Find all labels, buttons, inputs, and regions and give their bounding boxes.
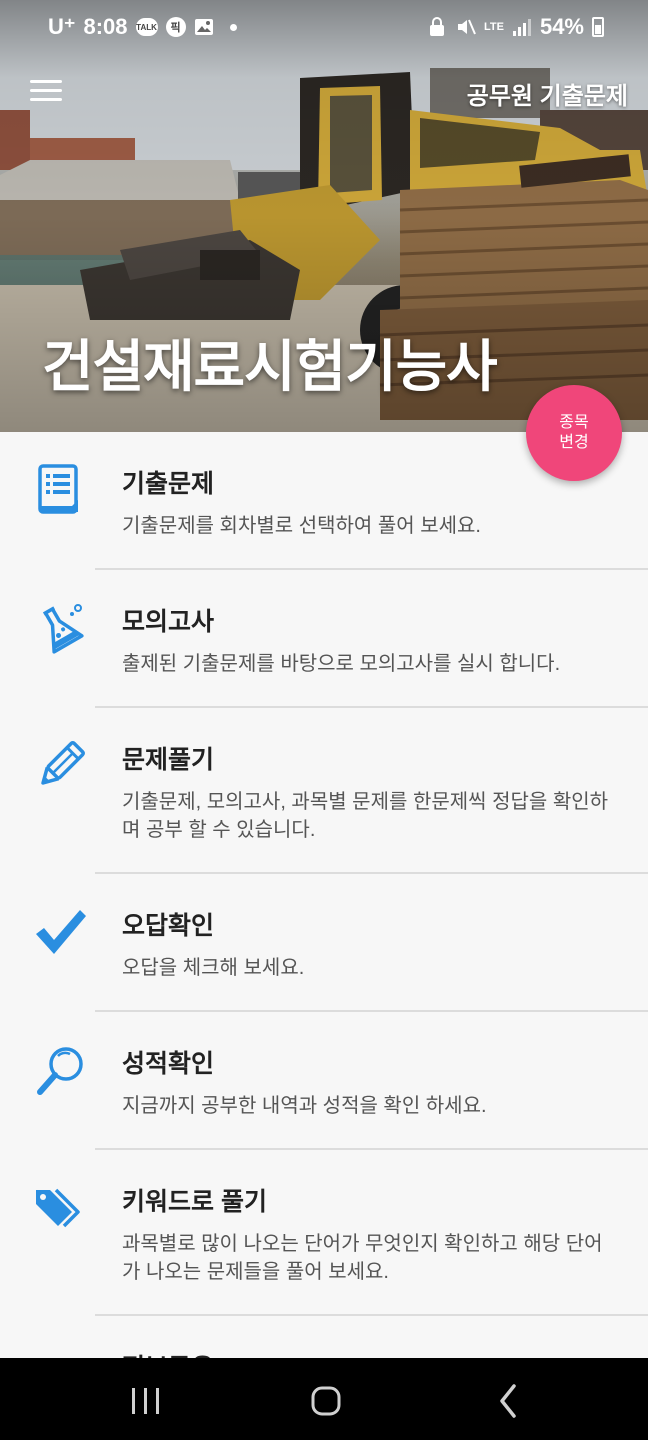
hamburger-menu-button[interactable] bbox=[30, 76, 64, 106]
change-subject-label-line2: 변경 bbox=[559, 434, 589, 451]
magnifier-icon bbox=[37, 1047, 83, 1095]
change-subject-label-line1: 종목 bbox=[559, 414, 589, 431]
back-icon bbox=[500, 1384, 516, 1418]
recent-apps-icon bbox=[132, 1388, 159, 1414]
menu-item-desc: 과목별로 많이 나오는 단어가 무엇인지 확인하고 해당 단어가 나오는 문제들… bbox=[122, 1233, 603, 1283]
signal-icon bbox=[512, 17, 532, 37]
menu-item-desc: 지금까지 공부한 내역과 성적을 확인 하세요. bbox=[122, 1095, 487, 1117]
home-button[interactable] bbox=[266, 1358, 386, 1440]
menu-item-title: 모의고사 bbox=[122, 608, 215, 636]
menu-item-desc: 기출문제, 모의고사, 과목별 문제를 한문제씩 정답을 확인하며 공부 할 수… bbox=[122, 791, 609, 841]
app-title[interactable]: 공무원 기출문제 bbox=[467, 76, 628, 111]
image-icon bbox=[194, 17, 214, 37]
document-icon bbox=[38, 464, 78, 514]
menu-item-mock-exam[interactable]: 모의고사 출제된 기출문제를 바탕으로 모의고사를 실시 합니다. bbox=[0, 570, 648, 708]
pencil-icon bbox=[41, 741, 85, 785]
hamburger-line bbox=[30, 98, 62, 101]
menu-item-desc: 오답을 체크해 보세요. bbox=[122, 957, 305, 979]
status-bar-left: U⁺ 8:08 TALK 픽 bbox=[48, 14, 237, 40]
flask-icon bbox=[42, 604, 84, 654]
change-subject-button[interactable]: 종목 변경 bbox=[526, 385, 622, 481]
menu-item-title: 키워드로 풀기 bbox=[122, 1188, 267, 1216]
lock-icon bbox=[428, 17, 448, 37]
clock: 8:08 bbox=[83, 14, 128, 39]
main-menu-list: 기출문제 기출문제를 회차별로 선택하여 풀어 보세요. 모의고사 출제된 기출… bbox=[0, 432, 648, 1358]
change-subject-label: 종목 변경 bbox=[559, 413, 588, 453]
mute-icon bbox=[456, 17, 476, 37]
recent-apps-button[interactable] bbox=[86, 1358, 206, 1440]
status-bar: U⁺ 8:08 TALK 픽 LTE 54% bbox=[0, 0, 648, 58]
menu-item-desc: 출제된 기출문제를 바탕으로 모의고사를 실시 합니다. bbox=[122, 653, 561, 675]
menu-item-info-share[interactable]: 정보공유 bbox=[0, 1316, 648, 1358]
checkmark-icon bbox=[36, 910, 86, 954]
home-icon bbox=[311, 1386, 341, 1416]
more-notifications-icon bbox=[229, 23, 237, 31]
menu-item-title: 정보공유 bbox=[122, 1348, 214, 1358]
talk-icon: TALK bbox=[135, 18, 158, 36]
battery-icon bbox=[592, 17, 604, 37]
system-nav-bar bbox=[0, 1358, 648, 1440]
carrier-label: U⁺ bbox=[48, 14, 76, 39]
back-button[interactable] bbox=[448, 1358, 568, 1440]
menu-item-title: 기출문제 bbox=[122, 470, 215, 498]
hamburger-line bbox=[30, 89, 62, 92]
hamburger-line bbox=[30, 80, 62, 83]
pill-icon: 픽 bbox=[165, 17, 186, 37]
battery-percent: 54% bbox=[539, 14, 584, 39]
menu-item-keyword-solve[interactable]: 키워드로 풀기 과목별로 많이 나오는 단어가 무엇인지 확인하고 해당 단어가… bbox=[0, 1150, 648, 1316]
hero-banner: U⁺ 8:08 TALK 픽 LTE 54% 공무원 기출문제 건설재료시험기능… bbox=[0, 0, 648, 432]
menu-item-desc: 기출문제를 회차별로 선택하여 풀어 보세요. bbox=[122, 515, 481, 537]
lte-icon: LTE bbox=[483, 21, 504, 33]
status-bar-right: LTE 54% bbox=[428, 14, 604, 40]
menu-item-title: 오답확인 bbox=[122, 912, 215, 940]
menu-item-title: 문제풀기 bbox=[122, 746, 215, 774]
exam-title: 건설재료시험기능사 bbox=[42, 335, 498, 398]
menu-item-wrong-answers[interactable]: 오답확인 오답을 체크해 보세요. bbox=[0, 874, 648, 1012]
menu-item-solve-problems[interactable]: 문제풀기 기출문제, 모의고사, 과목별 문제를 한문제씩 정답을 확인하며 공… bbox=[0, 708, 648, 874]
menu-item-title: 성적확인 bbox=[122, 1050, 215, 1078]
tags-icon bbox=[36, 1188, 80, 1228]
menu-item-check-scores[interactable]: 성적확인 지금까지 공부한 내역과 성적을 확인 하세요. bbox=[0, 1012, 648, 1150]
